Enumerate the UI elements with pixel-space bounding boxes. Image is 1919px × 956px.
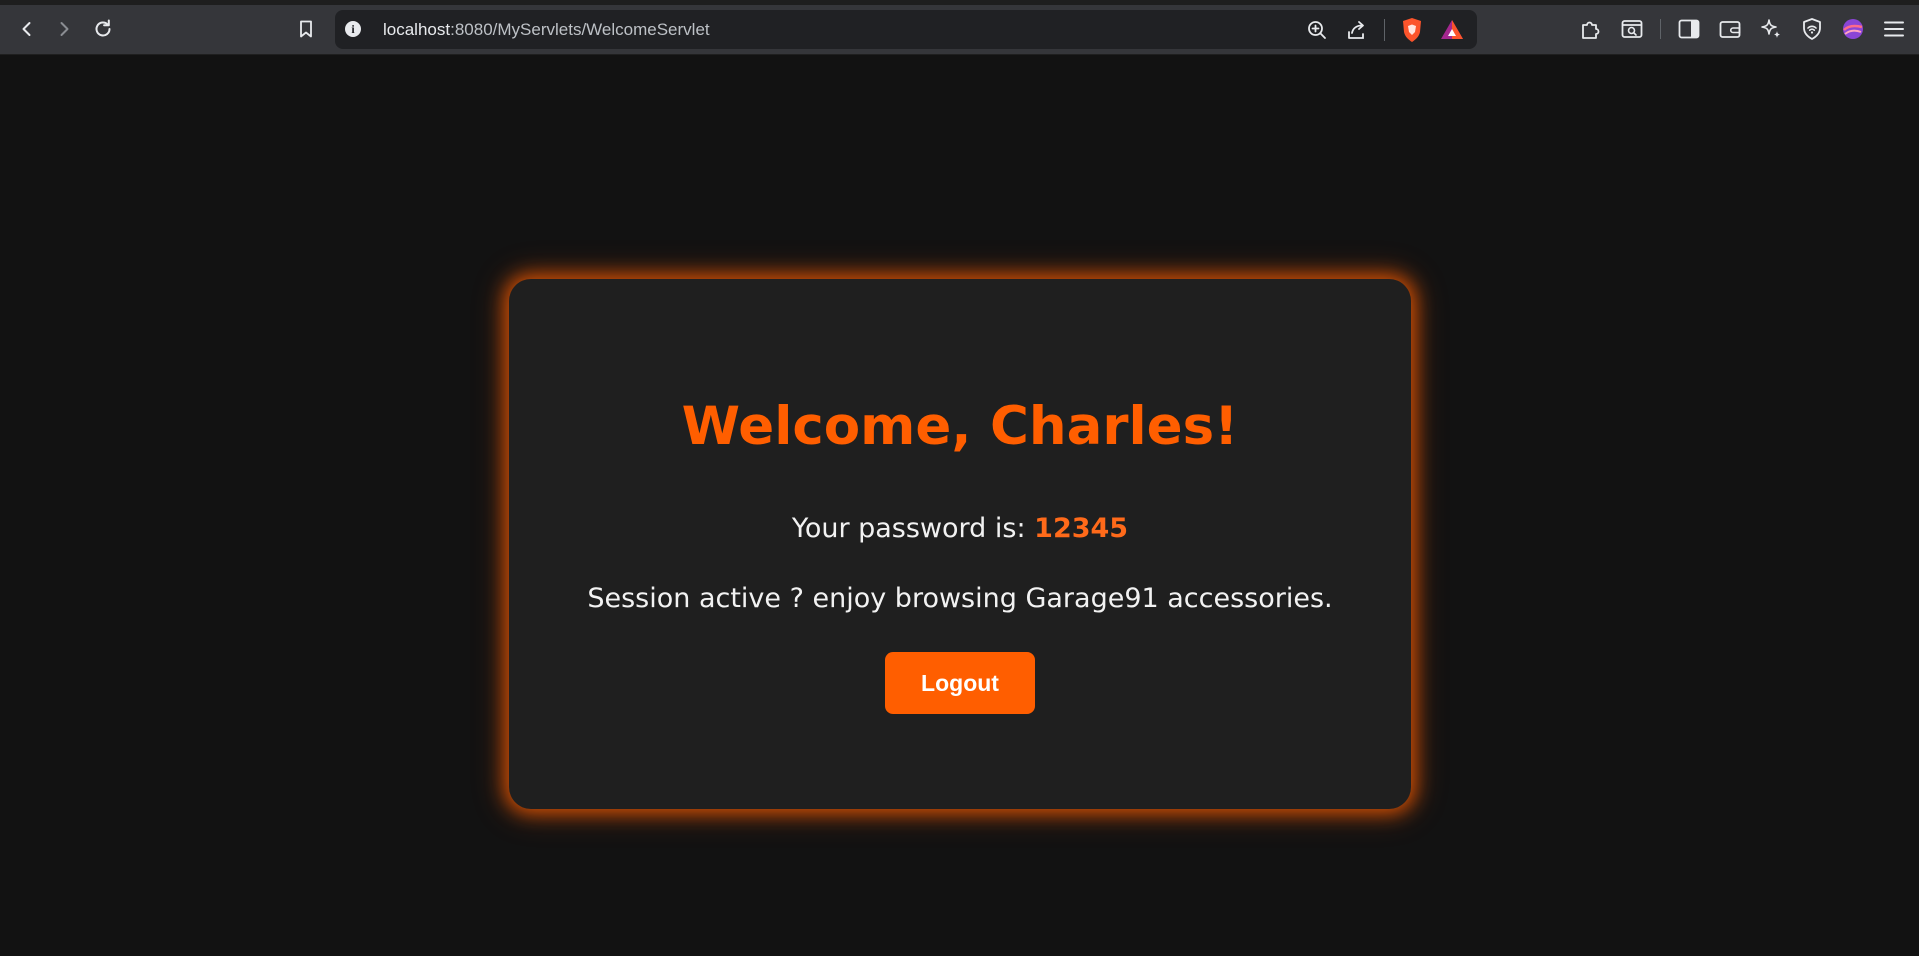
bookmark-button[interactable] <box>291 14 321 44</box>
browser-toolbar: i localhost:8080/MyServlets/WelcomeServl… <box>0 0 1919 55</box>
tab-search-button[interactable] <box>1619 16 1645 42</box>
url-host: localhost <box>383 20 451 39</box>
sidebar-button[interactable] <box>1676 16 1702 42</box>
welcome-heading: Welcome, Charles! <box>681 396 1239 457</box>
password-value: 12345 <box>1034 513 1129 544</box>
logout-button[interactable]: Logout <box>885 652 1035 714</box>
brave-shields-icon <box>1403 18 1421 42</box>
back-icon <box>22 22 31 36</box>
info-icon[interactable]: i <box>345 21 361 37</box>
url-text[interactable]: localhost:8080/MyServlets/WelcomeServlet <box>383 20 710 39</box>
brave-rewards-icon <box>1441 20 1463 39</box>
wallet-button[interactable] <box>1717 16 1743 42</box>
bookmark-icon <box>300 20 312 38</box>
tab-strip-edge <box>0 0 1919 5</box>
address-bar[interactable]: i localhost:8080/MyServlets/WelcomeServl… <box>335 10 1477 49</box>
url-path: :8080/MyServlets/WelcomeServlet <box>450 20 710 39</box>
reload-button[interactable] <box>88 14 118 44</box>
address-bar-icons <box>1304 18 1465 42</box>
forward-icon <box>60 22 69 36</box>
share-button[interactable] <box>1344 17 1370 43</box>
page-content: Welcome, Charles! Your password is: 1234… <box>0 55 1919 956</box>
menu-icon <box>1884 21 1904 37</box>
reload-icon <box>95 19 111 37</box>
forward-button[interactable] <box>49 14 79 44</box>
profile-icon <box>1843 19 1863 39</box>
session-message: Session active ? enjoy browsing Garage91… <box>587 583 1333 614</box>
address-bar-divider <box>1384 19 1385 41</box>
vpn-button[interactable] <box>1799 16 1825 42</box>
wallet-icon <box>1719 21 1741 38</box>
extensions-icon <box>1582 21 1600 39</box>
password-line: Your password is: 12345 <box>509 511 1411 547</box>
password-label: Your password is: <box>791 513 1035 544</box>
menu-button[interactable] <box>1881 16 1907 42</box>
brave-shields-button[interactable] <box>1399 17 1425 43</box>
share-icon <box>1348 21 1364 39</box>
toolbar-divider <box>1660 19 1661 39</box>
extensions-button[interactable] <box>1578 16 1604 42</box>
profile-button[interactable] <box>1840 16 1866 42</box>
zoom-button[interactable] <box>1304 17 1330 43</box>
back-button[interactable] <box>12 14 42 44</box>
toolbar-right-icons <box>1578 15 1907 43</box>
leo-ai-button[interactable] <box>1758 16 1784 42</box>
tab-search-icon <box>1621 20 1643 38</box>
welcome-card: Welcome, Charles! Your password is: 1234… <box>509 279 1411 809</box>
sidebar-icon <box>1678 19 1700 39</box>
vpn-icon <box>1803 18 1821 40</box>
leo-ai-icon <box>1761 19 1780 38</box>
brave-rewards-button[interactable] <box>1439 17 1465 43</box>
zoom-icon <box>1308 21 1326 39</box>
